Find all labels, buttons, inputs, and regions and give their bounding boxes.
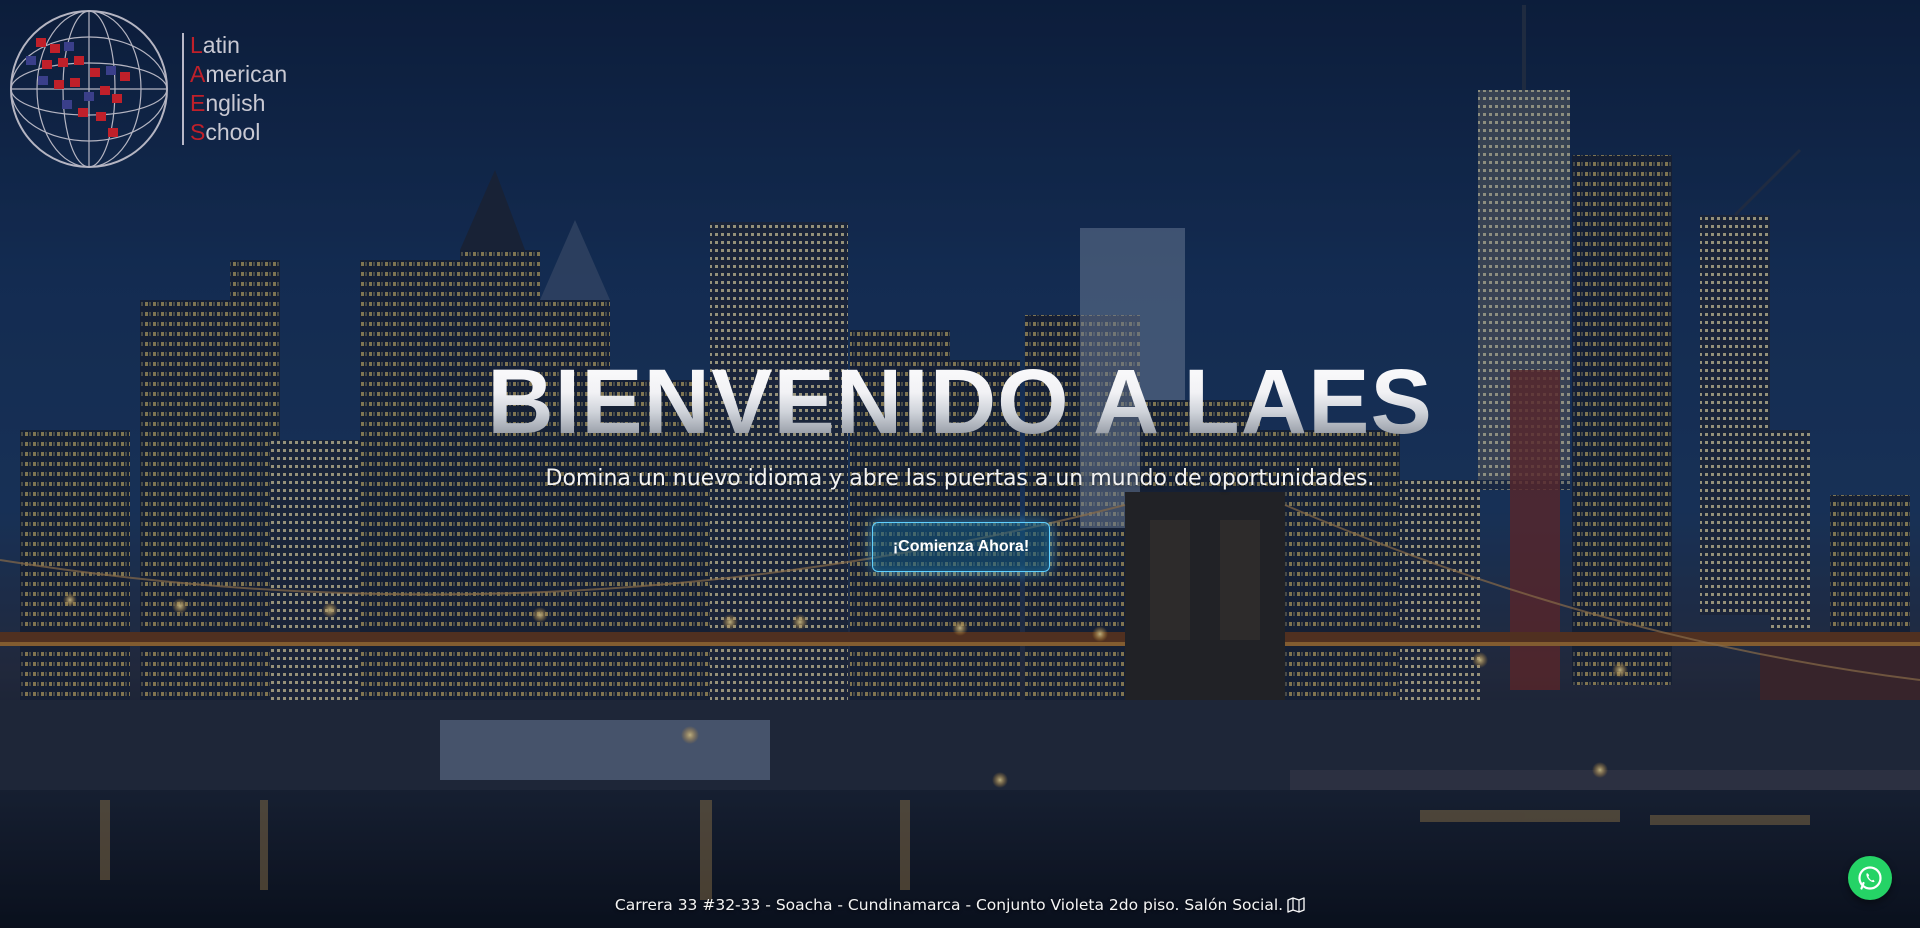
globe-logo-icon	[10, 10, 168, 168]
logo-line-english: English	[190, 90, 266, 116]
address-bar: Carrera 33 #32-33 - Soacha - Cundinamarc…	[0, 896, 1920, 914]
hero-subtitle: Domina un nuevo idioma y abre las puerta…	[545, 466, 1375, 491]
hero-section: Latin American English School BIENVENIDO…	[0, 0, 1920, 928]
whatsapp-button[interactable]	[1848, 856, 1892, 900]
logo-line-school: School	[190, 119, 261, 145]
whatsapp-icon	[1858, 866, 1882, 890]
logo-line-american: American	[190, 61, 288, 87]
site-logo[interactable]: Latin American English School	[8, 8, 287, 170]
background-overlay	[0, 0, 1920, 928]
logo-divider	[182, 33, 184, 145]
start-now-button[interactable]: ¡Comienza Ahora!	[872, 522, 1050, 572]
address-text: Carrera 33 #32-33 - Soacha - Cundinamarc…	[614, 896, 1284, 914]
hero-headline: BIENVENIDO A LAES	[0, 352, 1920, 452]
map-icon[interactable]	[1287, 897, 1305, 913]
logo-wordmark: Latin American English School	[190, 31, 287, 147]
logo-line-latin: Latin	[190, 32, 240, 58]
